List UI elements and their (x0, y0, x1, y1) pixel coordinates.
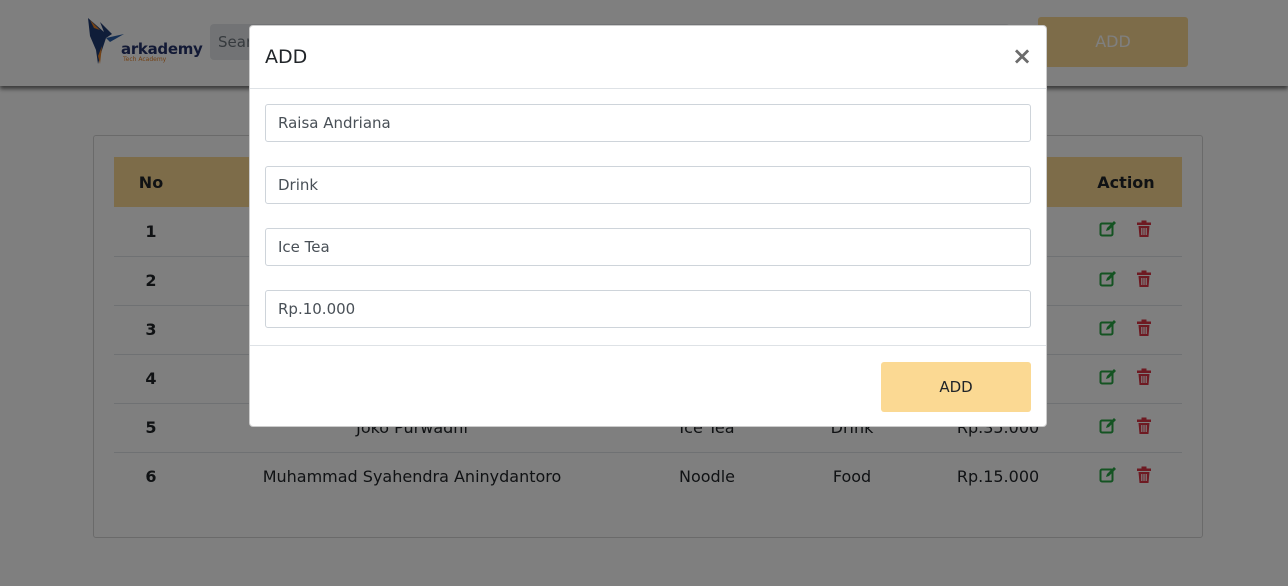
price-field[interactable]: Rp.10.000 (265, 290, 1031, 328)
close-icon[interactable]: × (1012, 42, 1032, 70)
category-field[interactable]: Drink (265, 166, 1031, 204)
modal-add-button[interactable]: ADD (881, 362, 1031, 412)
modal-footer: ADD (250, 345, 1046, 428)
add-modal: ADD × Raisa Andriana Drink Ice Tea Rp.10… (249, 25, 1047, 427)
product-field[interactable]: Ice Tea (265, 228, 1031, 266)
modal-header: ADD × (250, 26, 1046, 89)
modal-title: ADD (265, 46, 308, 68)
name-field[interactable]: Raisa Andriana (265, 104, 1031, 142)
